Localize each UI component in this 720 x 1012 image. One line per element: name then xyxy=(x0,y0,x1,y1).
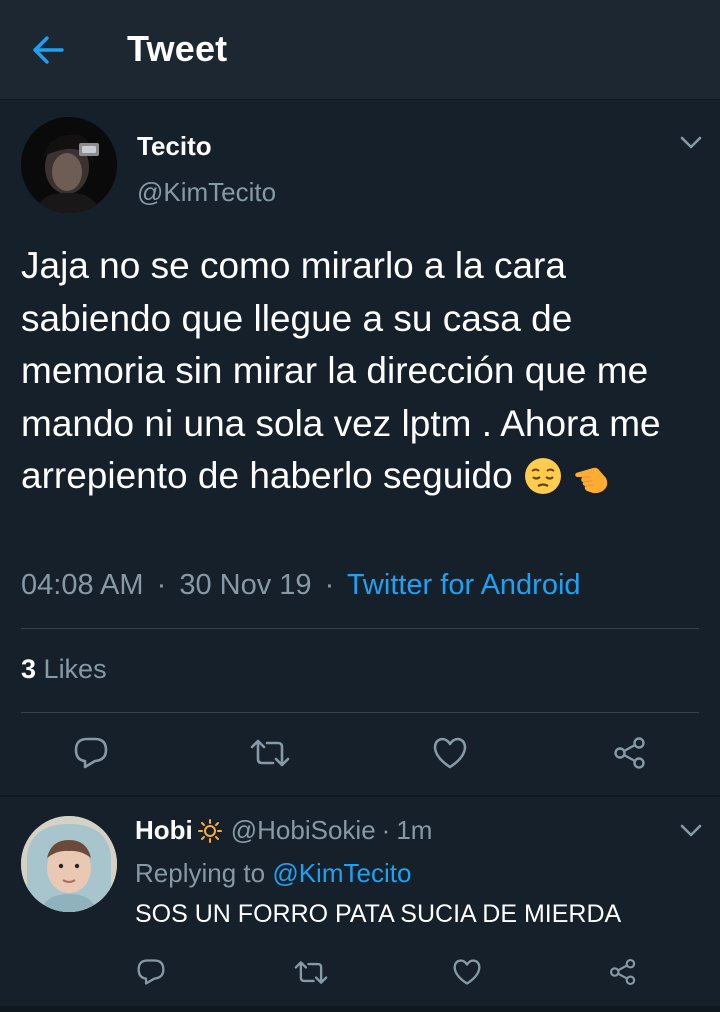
reply-author-avatar[interactable] xyxy=(21,816,117,912)
bottom-divider xyxy=(0,1006,720,1012)
share-icon xyxy=(614,737,645,769)
pensive-face-icon xyxy=(524,458,561,494)
author-handle[interactable]: @KimTecito xyxy=(137,177,276,208)
page-title: Tweet xyxy=(127,28,228,69)
reply-text: SOS UN FORRO PATA SUCIA DE MIERDA xyxy=(135,900,622,928)
section-divider xyxy=(0,795,720,797)
tweet-menu-button[interactable] xyxy=(676,128,706,158)
reply-reply-button[interactable] xyxy=(129,950,173,994)
replying-to: Replying to @KimTecito xyxy=(135,858,411,889)
tweet-emojis xyxy=(523,456,611,511)
meta-separator: · xyxy=(324,569,335,601)
avatar-photo xyxy=(21,816,117,912)
like-button[interactable] xyxy=(428,731,472,775)
tweet-detail-screen: Tweet Tecito @KimTecito Jaja no se como … xyxy=(0,0,720,1012)
chevron-down-icon xyxy=(680,136,702,149)
tweet-meta: 04:08 AM · 30 Nov 19 · Twitter for Andro… xyxy=(21,569,581,602)
retweet-button[interactable] xyxy=(248,731,292,775)
author-avatar[interactable] xyxy=(21,117,117,213)
reply-icon xyxy=(74,737,108,769)
back-button[interactable] xyxy=(22,26,74,74)
likes-label: Likes xyxy=(43,654,107,684)
author-name[interactable]: Tecito xyxy=(137,131,212,162)
tweet-time: 04:08 AM xyxy=(21,569,144,601)
reply-author-handle[interactable]: @HobiSokie xyxy=(231,815,376,846)
top-app-bar: Tweet xyxy=(0,0,720,100)
tweet-text: Jaja no se como mirarlo a la cara sabien… xyxy=(21,240,701,511)
reply-retweet-button[interactable] xyxy=(289,950,333,994)
meta-separator: · xyxy=(156,569,167,601)
chevron-down-icon xyxy=(680,824,702,837)
likes-count: 3 xyxy=(21,654,37,684)
heart-icon xyxy=(433,737,467,769)
share-button[interactable] xyxy=(608,731,652,775)
reply-share-button[interactable] xyxy=(601,950,645,994)
reply-author-name[interactable]: Hobi xyxy=(135,815,193,846)
reply-like-button[interactable] xyxy=(445,950,489,994)
tweet-source-link[interactable]: Twitter for Android xyxy=(347,569,581,601)
reply-button[interactable] xyxy=(69,731,113,775)
reply-menu-button[interactable] xyxy=(676,816,706,846)
reply-time: 1m xyxy=(396,815,433,845)
avatar-photo xyxy=(21,117,117,213)
tweet-date: 30 Nov 19 xyxy=(179,569,312,601)
likes-summary[interactable]: 3 Likes xyxy=(21,654,107,685)
retweet-icon xyxy=(294,960,328,984)
divider xyxy=(21,628,699,629)
reply-icon xyxy=(137,959,165,985)
reply-header: Hobi @HobiSokie · 1m xyxy=(135,815,432,846)
divider xyxy=(21,712,699,713)
retweet-icon xyxy=(250,739,290,767)
heart-icon xyxy=(453,959,481,985)
share-icon xyxy=(609,958,636,986)
arrow-left-icon xyxy=(33,36,64,64)
replying-mention-link[interactable]: @KimTecito xyxy=(272,858,411,888)
sun-icon xyxy=(197,818,222,843)
reply-separator: · xyxy=(381,815,391,845)
replying-prefix: Replying to xyxy=(135,858,266,888)
backhand-index-pointing-left-icon xyxy=(575,467,608,494)
